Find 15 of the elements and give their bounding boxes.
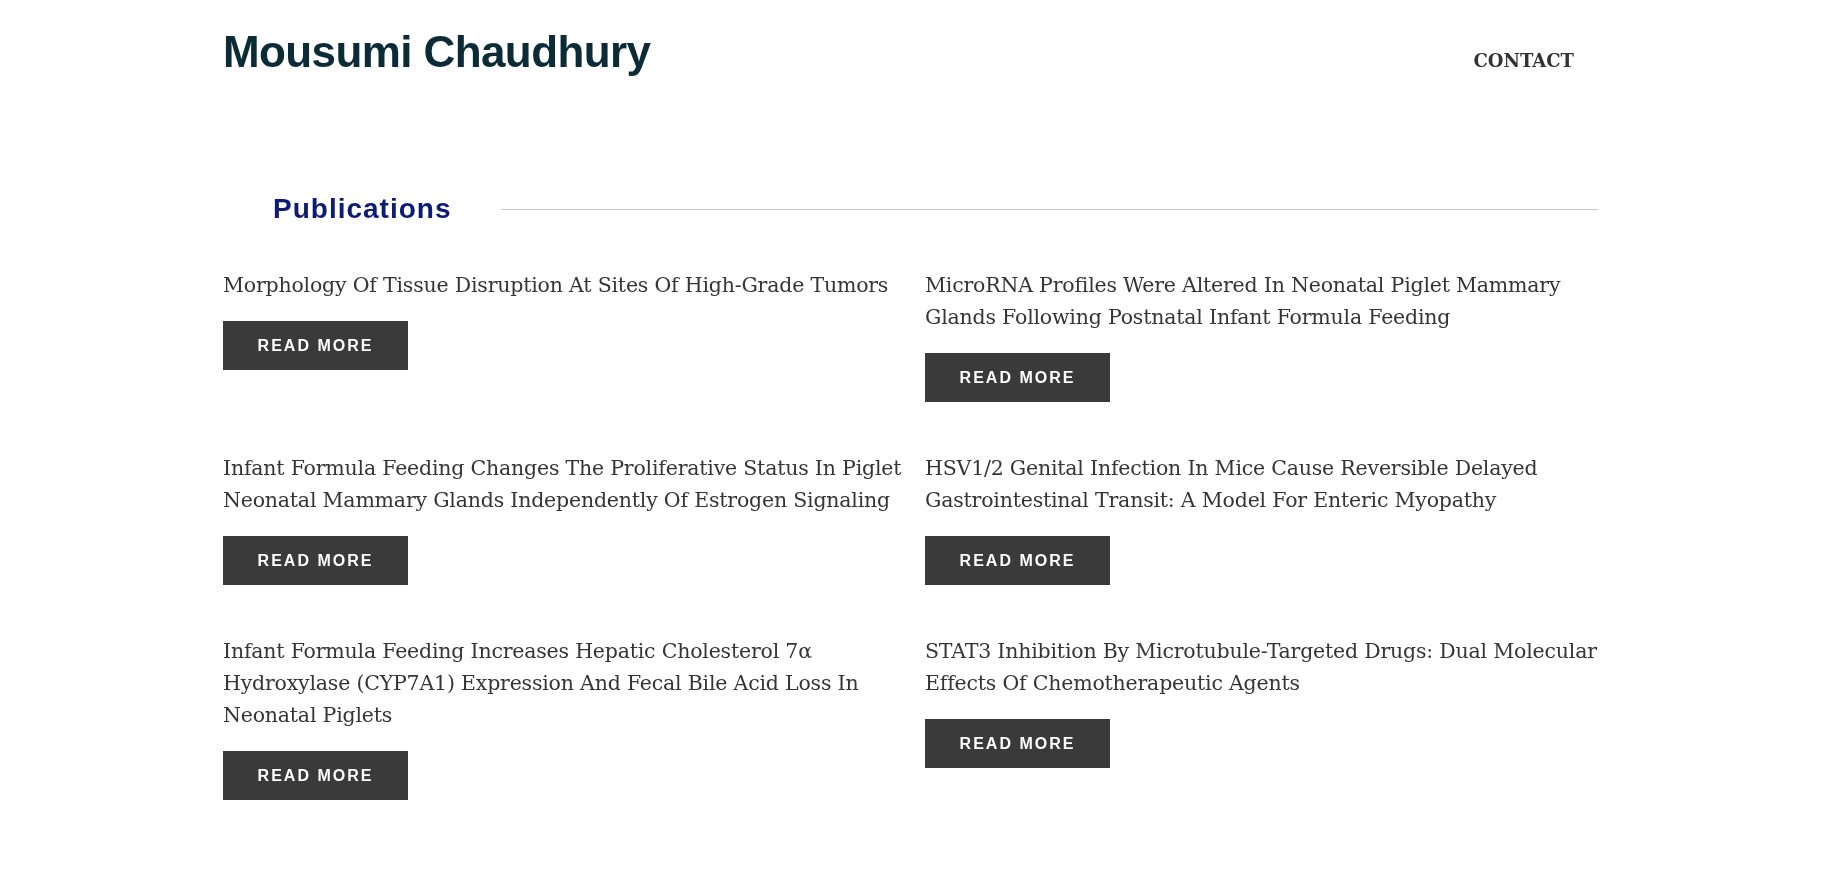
publication-title: STAT3 Inhibition By Microtubule-Targeted Drugs: Dual Molecular Effects Of Chemotherapeutic Agents <box>925 638 1598 697</box>
read-more-button[interactable]: READ MORE <box>925 353 1110 402</box>
publication-title: HSV1/2 Genital Infection In Mice Cause Reversible Delayed Gastrointestinal Transit: A Model For Enteric Myopathy <box>925 455 1539 514</box>
publication-title: MicroRNA Profiles Were Altered In Neonatal Piglet Mammary Glands Following Postnatal Infant Formula Feeding <box>925 272 1562 331</box>
read-more-button[interactable]: READ MORE <box>925 536 1110 585</box>
read-more-button[interactable]: READ MORE <box>223 536 408 585</box>
section-heading: Publications <box>273 192 452 226</box>
read-more-button[interactable]: READ MORE <box>925 719 1110 768</box>
publication-title: Morphology Of Tissue Disruption At Sites Of High-Grade Tumors <box>223 272 889 299</box>
publication-title: Infant Formula Feeding Changes The Proliferative Status In Piglet Neonatal Mammary Glands Independently Of Estrogen Signaling <box>223 455 903 514</box>
read-more-button[interactable]: READ MORE <box>223 751 408 800</box>
publication-title: Infant Formula Feeding Increases Hepatic Cholesterol 7α Hydroxylase (CYP7A1) Expression And Fecal Bile Acid Loss In Neonatal Piglets <box>223 638 860 729</box>
nav-link[interactable]: CONTACT <box>1473 48 1574 74</box>
read-more-button[interactable]: READ MORE <box>223 321 408 370</box>
site-logo[interactable]: Mousumi Chaudhury <box>223 26 651 78</box>
